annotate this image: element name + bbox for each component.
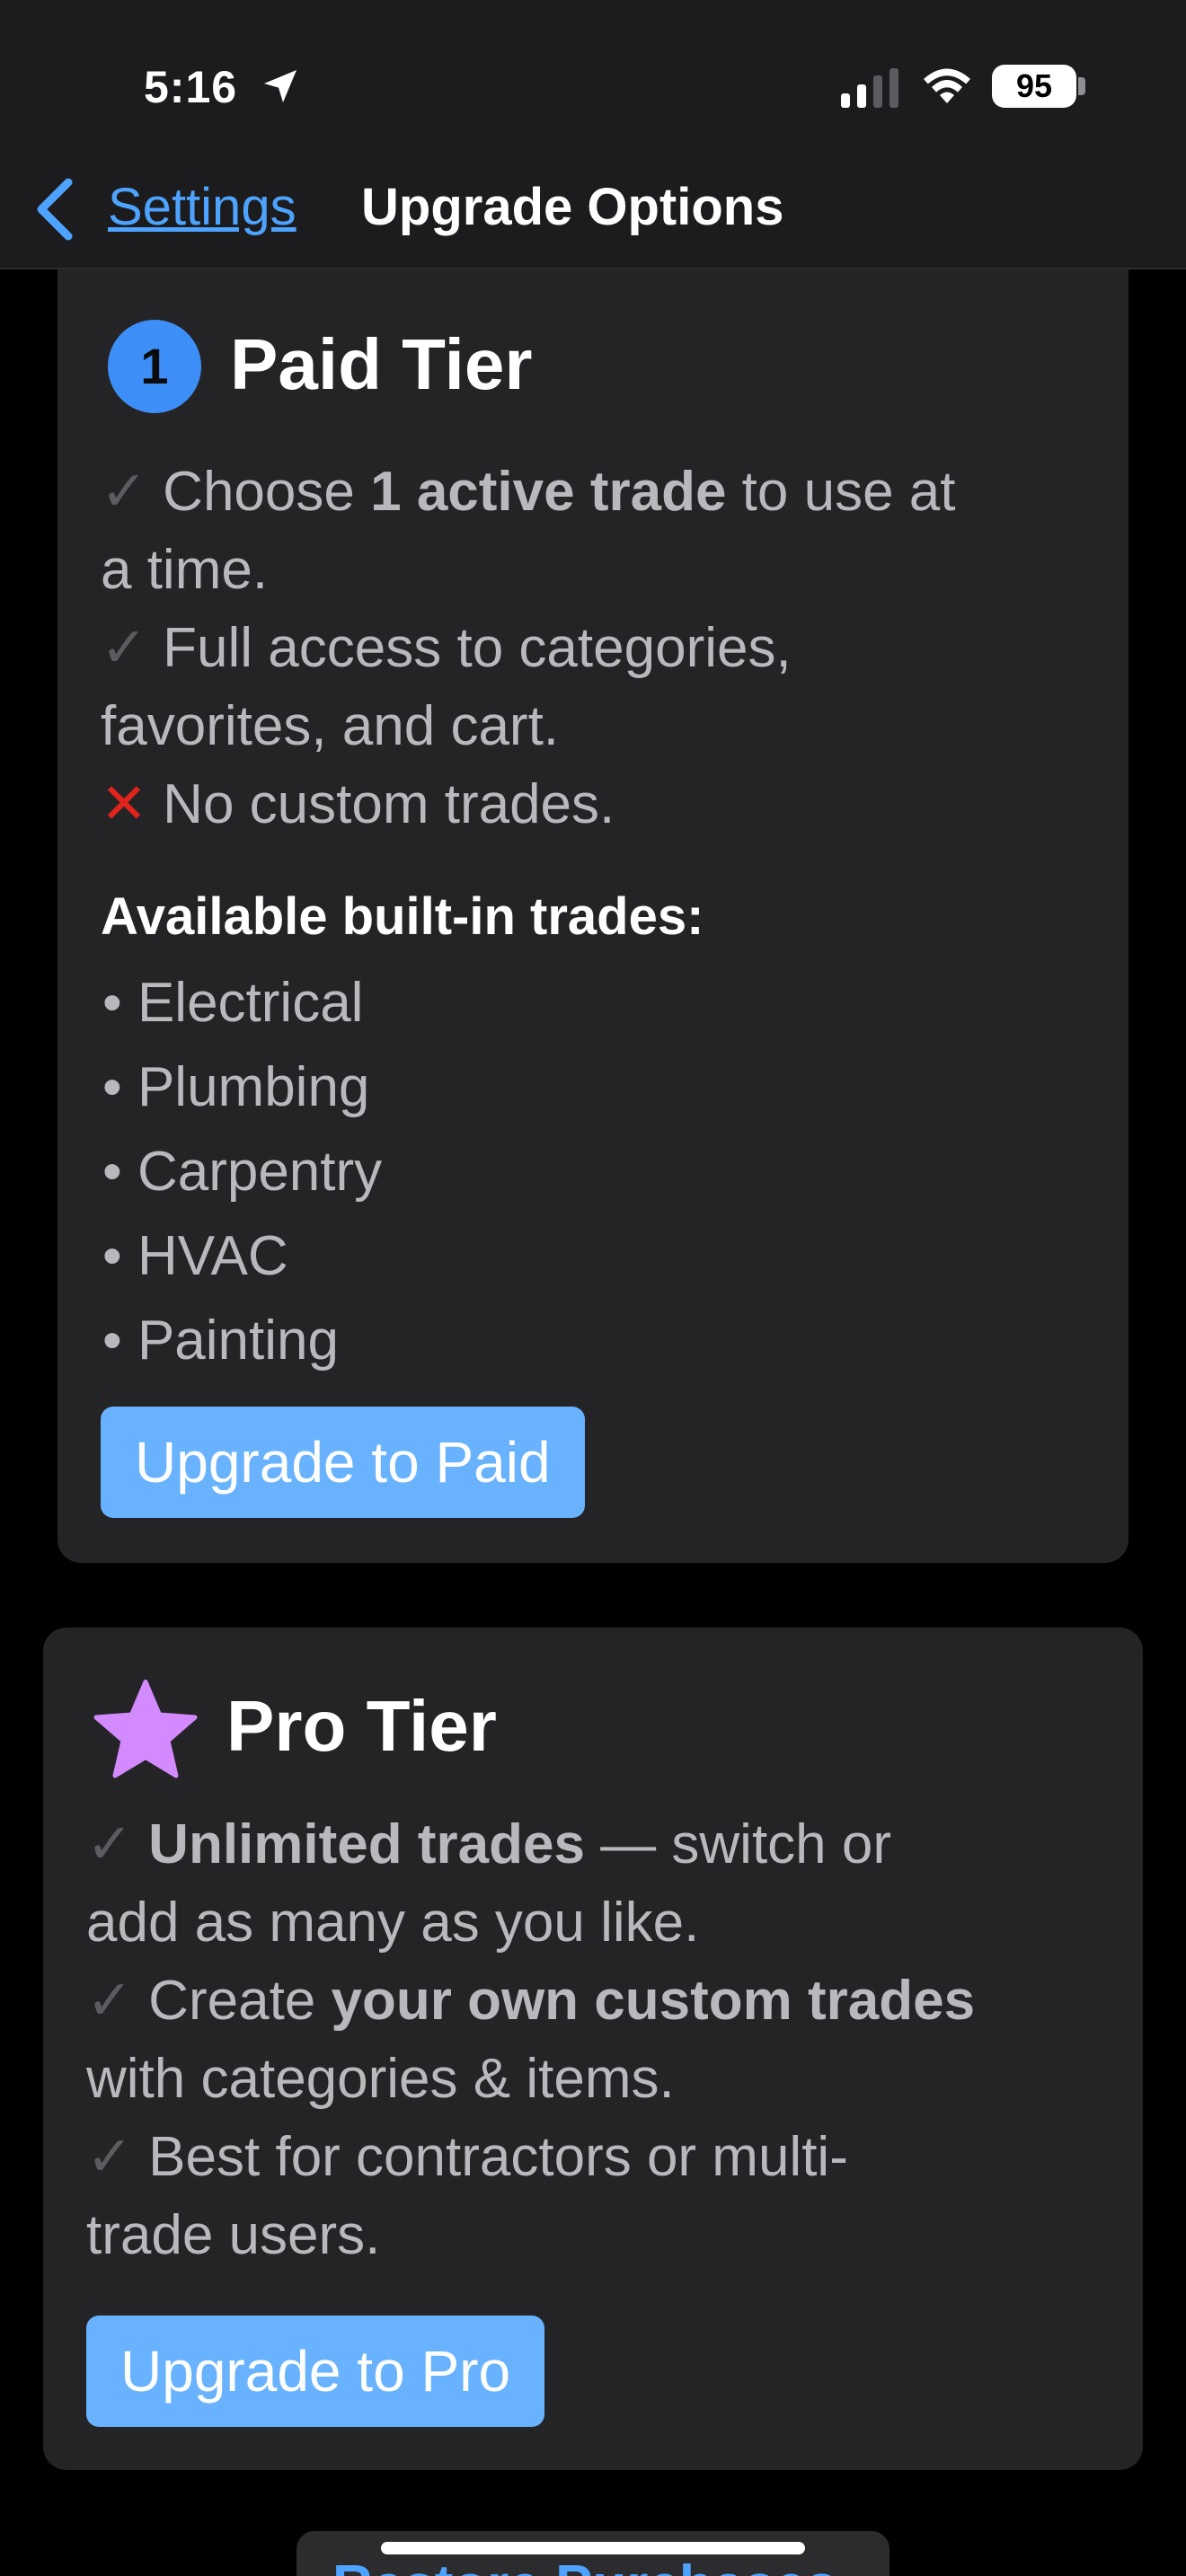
status-time: 5:16 (144, 62, 238, 112)
cross-mark-icon: ✕ (101, 773, 147, 835)
back-button-settings[interactable]: Settings (108, 176, 296, 239)
home-indicator[interactable] (381, 2542, 805, 2554)
feature-line: ✓ Best for contractors or multi- (86, 2126, 848, 2188)
built-in-trades-list: Electrical Plumbing Carpentry HVAC Paint… (102, 961, 382, 1383)
checkmark-icon: ✓ (86, 2126, 133, 2188)
page-title: Upgrade Options (361, 178, 784, 236)
checkmark-icon: ✓ (86, 1970, 133, 2032)
list-item: Painting (102, 1299, 382, 1383)
available-trades-heading: Available built-in trades: (101, 887, 704, 946)
upgrade-to-pro-button[interactable]: Upgrade to Pro (86, 2316, 545, 2427)
list-item: Electrical (102, 961, 382, 1045)
restore-purchases-label: Restore Purchases (332, 2554, 837, 2576)
paid-features: ✓ Choose 1 active trade to use at a time… (101, 453, 1107, 843)
feature-line: ✓ Unlimited trades — switch or (86, 1813, 892, 1875)
feature-line: ✓ Create your own custom trades (86, 1970, 976, 2032)
feature-line: a time. (101, 539, 269, 601)
wifi-icon (924, 68, 970, 103)
battery-indicator: 95 (992, 65, 1076, 108)
checkmark-icon: ✓ (86, 1813, 133, 1875)
feature-line: ✓ Choose 1 active trade to use at (101, 461, 956, 523)
feature-line: trade users. (86, 2204, 381, 2266)
list-item: Carpentry (102, 1130, 382, 1214)
feature-line: ✓ Full access to categories, (101, 617, 792, 679)
pro-features: ✓ Unlimited trades — switch or add as ma… (86, 1805, 1128, 2274)
list-item: Plumbing (102, 1045, 382, 1130)
pro-tier-title: Pro Tier (226, 1686, 497, 1766)
pro-tier-card: Pro Tier ✓ Unlimited trades — switch or … (43, 1628, 1143, 2470)
paid-tier-title: Paid Tier (230, 324, 533, 404)
feature-line: with categories & items. (86, 2048, 675, 2110)
battery-tip (1078, 77, 1085, 95)
tier-number-badge: 1 (108, 320, 201, 413)
feature-line: ✕ No custom trades. (101, 773, 615, 835)
upgrade-to-paid-button[interactable]: Upgrade to Paid (101, 1407, 585, 1518)
feature-line: add as many as you like. (86, 1892, 700, 1954)
cellular-signal-icon (841, 68, 898, 108)
location-arrow-icon (264, 70, 296, 102)
navigation-header: 5:16 95 Settings Upgrade Options (0, 0, 1186, 269)
list-item: HVAC (102, 1214, 382, 1299)
checkmark-icon: ✓ (101, 461, 147, 523)
paid-tier-card: 1 Paid Tier ✓ Choose 1 active trade to u… (58, 269, 1128, 1563)
star-icon (93, 1680, 198, 1778)
feature-line: favorites, and cart. (101, 695, 560, 757)
chevron-left-icon[interactable] (32, 176, 75, 243)
checkmark-icon: ✓ (101, 617, 147, 679)
